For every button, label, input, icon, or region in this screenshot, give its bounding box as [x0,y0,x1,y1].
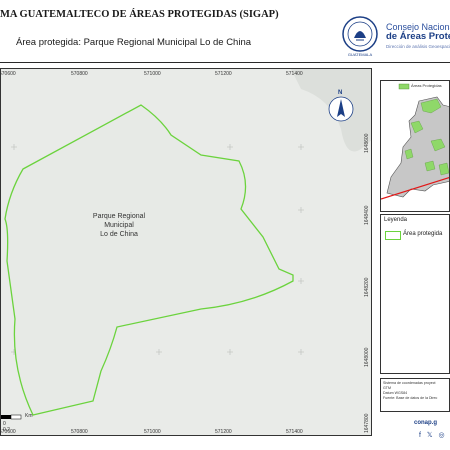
scale-mid: 0.2 [3,427,10,433]
svg-text:GUATEMALA: GUATEMALA [348,52,373,57]
x-tick-top: 571000 [144,71,161,77]
x-tick-bottom: 571000 [144,429,161,435]
legend-panel: Leyenda Área protegida [380,214,450,374]
y-tick-right: 1648400 [364,205,370,225]
conap-seal-icon: GUATEMALA [340,14,380,58]
y-tick-right: 1647800 [364,413,370,433]
conap-logo-text: Consejo Nacional de Áreas Protegi Direcc… [386,22,450,52]
x-tick-top: 571400 [286,71,303,77]
header-divider [0,62,450,63]
y-tick-right: 1648600 [364,133,370,153]
inset-legend-label: Áreas Protegidas [411,83,442,88]
protected-area-polygon[interactable] [4,104,294,416]
inset-legend-swatch [398,83,410,90]
logo-line-3: Dirección de análisis Geoespacial [386,44,450,49]
area-label: Parque Regional Municipal Lo de China [79,212,159,239]
map-notes: Sistema de coordenadas proyect GTM Datum… [380,378,450,412]
north-arrow-icon [328,96,354,122]
legend-title: Leyenda [384,217,408,223]
x-tick-bottom: 571200 [215,429,232,435]
main-map[interactable]: Parque Regional Municipal Lo de China N … [0,68,372,436]
x-tick-bottom: 570800 [71,429,88,435]
x-tick-bottom: 571400 [286,429,303,435]
legend-swatch [385,231,401,240]
y-tick-right: 1648200 [364,277,370,297]
inset-map[interactable]: Áreas Protegidas [380,80,450,212]
footer-website[interactable]: conap.g [414,420,437,426]
scale-unit: Km [25,413,33,419]
logo-line-2: de Áreas Protegi [386,31,450,42]
x-tick-top: 570800 [71,71,88,77]
footer-social-icons[interactable]: f 𝕏 ◎ [419,431,447,439]
note-line-4: Fuente: Base de datos de la Direc [383,396,438,400]
area-label-line-1: Parque Regional [92,213,146,220]
area-label-line-3: Lo de China [100,231,138,238]
legend-item: Área protegida [403,231,443,237]
y-tick-right: 1648000 [364,347,370,367]
x-tick-top: 571200 [215,71,232,77]
map-title: MA GUATEMALTECO DE ÁREAS PROTEGIDAS (SIG… [0,9,279,20]
north-label: N [338,90,343,96]
area-label-line-2: Municipal [104,222,134,229]
scale-bar [1,414,22,420]
map-subtitle: Área protegida: Parque Regional Municipa… [16,37,252,48]
x-tick-top: 570600 [0,71,16,77]
